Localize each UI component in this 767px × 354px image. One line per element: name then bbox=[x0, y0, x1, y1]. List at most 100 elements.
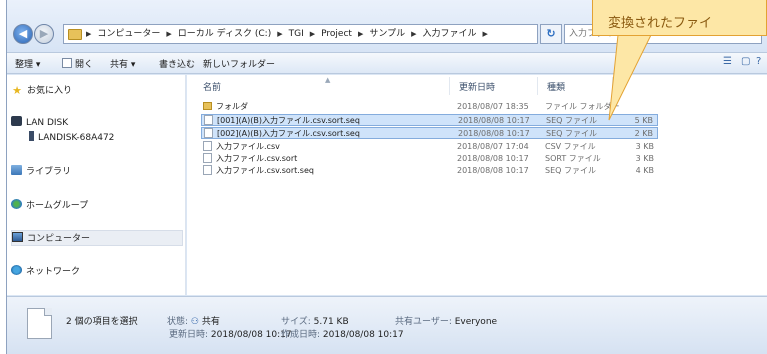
command-bar: 整理 ▾ 開く 共有 ▾ 書き込む 新しいフォルダー ☰ ▢ ? bbox=[7, 52, 767, 74]
shared-with-label: 共有ユーザー: bbox=[395, 317, 452, 327]
file-icon bbox=[204, 128, 213, 138]
file-date: 2018/08/08 10:17 bbox=[458, 116, 530, 125]
file-size: 5 KB bbox=[634, 116, 653, 125]
refresh-button[interactable]: ↻ bbox=[540, 24, 562, 44]
breadcrumb-item[interactable]: ローカル ディスク (C:) bbox=[178, 29, 271, 39]
created-value: 2018/08/08 10:17 bbox=[322, 330, 404, 340]
sidebar-item-label: ホームグループ bbox=[26, 201, 89, 211]
file-row[interactable]: フォルダ 2018/08/07 18:35 ファイル フォルダー bbox=[201, 101, 658, 113]
file-icon bbox=[203, 141, 212, 151]
breadcrumb-separator-icon[interactable]: ▶ bbox=[277, 30, 282, 38]
shared-with-value: Everyone bbox=[454, 317, 498, 327]
organize-button[interactable]: 整理 ▾ bbox=[15, 57, 40, 70]
file-name: フォルダ bbox=[203, 101, 248, 112]
sidebar-item-lan-disk[interactable]: LAN DISK bbox=[11, 115, 183, 131]
file-row[interactable]: 入力ファイル.csv.sort 2018/08/08 10:17 SORT ファイル… bbox=[201, 153, 658, 165]
sidebar-item-label: LANDISK-68A472 bbox=[38, 133, 115, 143]
homegroup-icon bbox=[11, 199, 22, 209]
sidebar-item-network[interactable]: ネットワーク bbox=[11, 264, 183, 280]
breadcrumb-item[interactable]: 入力ファイル bbox=[422, 29, 476, 39]
file-name-text: 入力ファイル.csv.sort bbox=[216, 154, 298, 163]
status-field: 状態: ⚇ 共有 bbox=[167, 314, 220, 327]
breadcrumb-item[interactable]: Project bbox=[321, 29, 352, 39]
file-name-text: 入力ファイル.csv.sort.seq bbox=[216, 166, 314, 175]
sidebar-item-landisk-68a472[interactable]: LANDISK-68A472 bbox=[29, 130, 183, 146]
help-icon[interactable]: ? bbox=[756, 56, 761, 67]
column-divider[interactable] bbox=[612, 77, 613, 95]
sidebar-item-homegroup[interactable]: ホームグループ bbox=[11, 198, 183, 214]
file-name: 入力ファイル.csv.sort.seq bbox=[203, 165, 314, 176]
column-divider[interactable] bbox=[449, 77, 450, 95]
preview-pane-icon[interactable]: ▢ bbox=[741, 56, 750, 67]
library-icon bbox=[11, 165, 22, 175]
breadcrumb-separator-icon[interactable]: ▶ bbox=[411, 30, 416, 38]
open-label: 開く bbox=[75, 60, 94, 70]
file-date: 2018/08/08 10:17 bbox=[457, 166, 529, 175]
sidebar-item-computer[interactable]: コンピューター bbox=[11, 230, 183, 246]
file-row[interactable]: 入力ファイル.csv 2018/08/07 17:04 CSV ファイル 3 KB bbox=[201, 141, 658, 153]
breadcrumb-separator-icon[interactable]: ▶ bbox=[310, 30, 315, 38]
file-icon bbox=[203, 165, 212, 175]
breadcrumb-separator-icon[interactable]: ▶ bbox=[482, 30, 487, 38]
address-bar[interactable]: ▶ コンピューター ▶ ローカル ディスク (C:) ▶ TGI ▶ Project ▶ サンプル… bbox=[63, 24, 583, 44]
column-header-date[interactable]: 更新日時 bbox=[459, 80, 495, 93]
file-date: 2018/08/08 10:17 bbox=[458, 129, 530, 138]
file-name-text: フォルダ bbox=[216, 102, 248, 111]
file-size: 3 KB bbox=[635, 154, 654, 163]
size-value: 5.71 KB bbox=[313, 317, 349, 327]
file-icon bbox=[204, 115, 213, 125]
network-icon bbox=[11, 265, 22, 275]
file-size: 2 KB bbox=[634, 129, 653, 138]
breadcrumb-item[interactable]: サンプル bbox=[369, 29, 405, 39]
column-divider[interactable] bbox=[537, 77, 538, 95]
forward-button[interactable]: ▶ bbox=[34, 24, 54, 44]
file-size: 3 KB bbox=[635, 142, 654, 151]
file-name-text: 入力ファイル.csv bbox=[216, 142, 280, 151]
share-button[interactable]: 共有 ▾ bbox=[110, 57, 135, 70]
callout-box: 変換されたファイ bbox=[592, 0, 767, 36]
back-button[interactable]: ◀ bbox=[13, 24, 33, 44]
new-folder-button[interactable]: 新しいフォルダー bbox=[203, 57, 275, 70]
modified-value: 2018/08/08 10:17 bbox=[210, 330, 292, 340]
network-drive-icon bbox=[29, 131, 34, 141]
sidebar-item-label: ライブラリ bbox=[26, 167, 72, 177]
size-label: サイズ: bbox=[281, 317, 311, 327]
open-button[interactable]: 開く bbox=[62, 57, 93, 70]
file-row[interactable]: 入力ファイル.csv.sort.seq 2018/08/08 10:17 SEQ フ… bbox=[201, 165, 658, 177]
breadcrumb-separator-icon[interactable]: ▶ bbox=[358, 30, 363, 38]
file-name: [002](A)(B)入力ファイル.csv.sort.seq bbox=[204, 128, 360, 139]
breadcrumb-item[interactable]: コンピューター bbox=[97, 29, 160, 39]
size-field: サイズ: 5.71 KB bbox=[281, 314, 349, 327]
folder-icon bbox=[68, 29, 82, 40]
file-icon bbox=[203, 153, 212, 163]
sidebar-item-label: コンピューター bbox=[27, 234, 91, 244]
sidebar-item-label: お気に入り bbox=[27, 86, 73, 96]
callout-text: 変換されたファイ bbox=[608, 16, 713, 31]
file-type: CSV ファイル bbox=[545, 142, 596, 151]
sidebar-item-libraries[interactable]: ライブラリ bbox=[11, 164, 183, 180]
file-date: 2018/08/07 17:04 bbox=[457, 142, 529, 151]
file-row[interactable]: [002](A)(B)入力ファイル.csv.sort.seq 2018/08/08… bbox=[201, 127, 658, 139]
details-pane: 2 個の項目を選択 状態: ⚇ 共有 サイズ: 5.71 KB 共有ユーザー: … bbox=[7, 296, 767, 354]
open-icon bbox=[62, 58, 72, 68]
burn-button[interactable]: 書き込む bbox=[159, 57, 195, 70]
created-label: 作成日時: bbox=[281, 330, 321, 340]
column-header-name[interactable]: 名前 bbox=[203, 80, 221, 93]
sort-arrow-icon: ▲ bbox=[325, 76, 331, 84]
column-header-type[interactable]: 種類 bbox=[547, 80, 565, 93]
file-size: 4 KB bbox=[635, 166, 654, 175]
breadcrumb-separator-icon[interactable]: ▶ bbox=[86, 30, 91, 38]
file-row[interactable]: [001](A)(B)入力ファイル.csv.sort.seq 2018/08/08… bbox=[201, 114, 658, 126]
file-date: 2018/08/08 10:17 bbox=[457, 154, 529, 163]
modified-label: 更新日時: bbox=[169, 330, 209, 340]
sidebar-item-favorites[interactable]: ★ お気に入り bbox=[11, 83, 183, 99]
file-date: 2018/08/07 18:35 bbox=[457, 102, 529, 111]
breadcrumb: ▶ コンピューター ▶ ローカル ディスク (C:) ▶ TGI ▶ Project ▶ サンプル… bbox=[86, 28, 494, 40]
breadcrumb-item[interactable]: TGI bbox=[289, 29, 304, 39]
status-label: 状態: bbox=[167, 317, 189, 327]
file-name-text: [001](A)(B)入力ファイル.csv.sort.seq bbox=[217, 116, 360, 125]
file-type: SEQ ファイル bbox=[546, 116, 597, 125]
breadcrumb-separator-icon[interactable]: ▶ bbox=[166, 30, 171, 38]
view-options-icon[interactable]: ☰ bbox=[723, 56, 732, 67]
lan-disk-icon bbox=[11, 116, 22, 126]
